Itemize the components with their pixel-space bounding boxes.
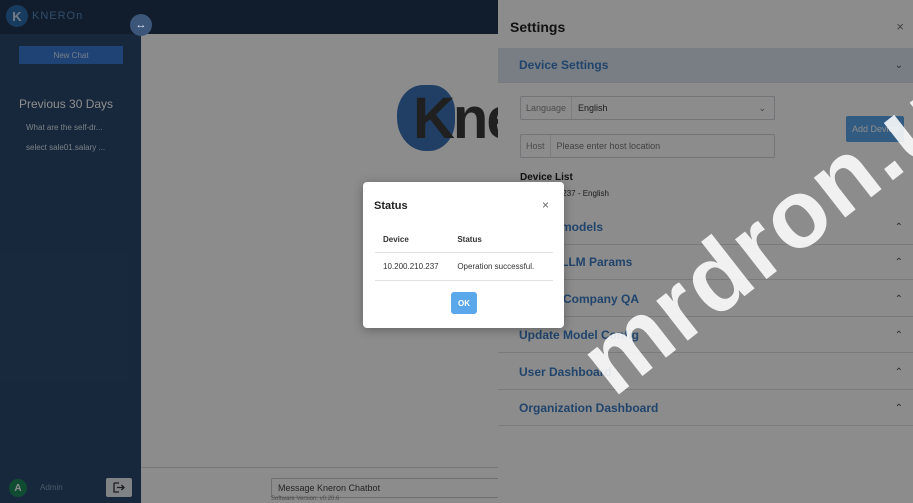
status-dialog: Status × Device Status 10.200.210.237 Op… <box>363 182 564 328</box>
ok-button[interactable]: OK <box>451 292 477 314</box>
table-header-row: Device Status <box>375 228 553 253</box>
column-header-device: Device <box>375 228 454 253</box>
table-row: 10.200.210.237 Operation successful. <box>375 252 553 281</box>
dialog-title: Status <box>374 200 408 212</box>
collapse-sidebar-icon[interactable]: ↔ <box>130 14 152 36</box>
status-table: Device Status 10.200.210.237 Operation s… <box>375 228 553 281</box>
column-header-status: Status <box>453 228 553 253</box>
close-icon[interactable]: × <box>542 198 549 212</box>
device-cell: 10.200.210.237 <box>375 252 454 281</box>
status-cell: Operation successful. <box>453 252 553 281</box>
